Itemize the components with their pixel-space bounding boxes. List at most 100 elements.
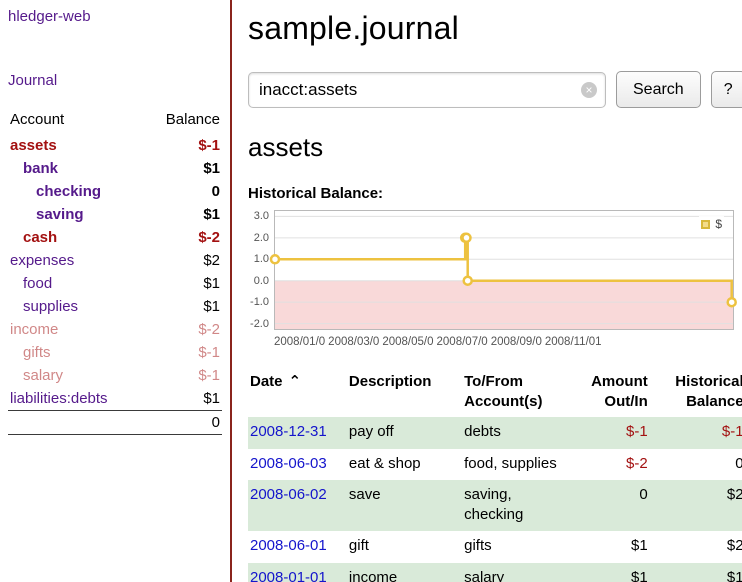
transaction-amount: $1: [568, 563, 650, 582]
register-col-to-from-account-s-: To/From Account(s): [462, 370, 568, 417]
accounts-table-body: assets$-1bank$1checking0saving$1cash$-2e…: [8, 134, 222, 411]
main-content: sample.journal × Search ? assets Histori…: [232, 0, 742, 582]
register-col-label: Description: [349, 373, 432, 390]
transaction-description: income: [347, 563, 462, 582]
transaction-accounts: food, supplies: [462, 449, 568, 481]
account-balance: $-1: [156, 134, 222, 157]
account-row: expenses$2: [8, 249, 222, 272]
transaction-amount: $-2: [568, 449, 650, 481]
account-row: checking0: [8, 180, 222, 203]
data-point-marker: [463, 234, 471, 242]
register-header-row: Date⌃DescriptionTo/From Account(s)Amount…: [248, 370, 742, 417]
accounts-header-row: Account Balance: [8, 107, 222, 134]
x-tick-label: 2008/05/0: [382, 336, 433, 348]
sidebar: hledger-web Journal Account Balance asse…: [0, 0, 232, 582]
account-row: income$-2: [8, 318, 222, 341]
transaction-date-link[interactable]: 2008-01-01: [250, 569, 327, 582]
y-tick-label: -2.0: [250, 318, 269, 330]
account-row: salary $-1: [8, 364, 222, 387]
register-row: 2008-01-01incomesalary$1$1: [248, 563, 742, 582]
accounts-total-row: 0: [8, 411, 222, 435]
sidebar-item-journal[interactable]: Journal: [8, 72, 57, 89]
sidebar-account-gifts[interactable]: gifts: [23, 344, 51, 361]
transaction-balance: $-1: [650, 417, 742, 449]
sidebar-account-expenses[interactable]: expenses: [10, 252, 74, 269]
clear-search-icon[interactable]: ×: [581, 82, 597, 98]
x-tick-label: 2008/11/01: [545, 336, 602, 348]
transaction-date-link[interactable]: 2008-06-03: [250, 455, 327, 472]
register-row: 2008-06-03 eat & shopfood, supplies$-20: [248, 449, 742, 481]
register-col-description: Description: [347, 370, 462, 417]
transaction-accounts: gifts: [462, 531, 568, 563]
sidebar-account-checking[interactable]: checking: [36, 183, 101, 200]
sidebar-account-cash[interactable]: cash: [23, 229, 57, 246]
sidebar-account-supplies[interactable]: supplies: [23, 298, 78, 315]
chart-x-axis: 2008/01/02008/03/02008/05/02008/07/02008…: [274, 332, 742, 350]
negative-region: [275, 281, 733, 329]
app-window: hledger-web Journal Account Balance asse…: [0, 0, 742, 582]
accounts-header-account: Account: [8, 107, 156, 134]
transaction-balance: $2: [650, 480, 742, 531]
transaction-date-link[interactable]: 2008-06-01: [250, 537, 327, 554]
accounts-table: Account Balance assets$-1bank$1checking0…: [8, 107, 222, 435]
transaction-date-link[interactable]: 2008-06-02: [250, 486, 327, 503]
transaction-balance: $1: [650, 563, 742, 582]
register-col-label: To/From Account(s): [464, 373, 542, 410]
register-row: 2008-06-02savesaving, checking0$2: [248, 480, 742, 531]
chart-title: Historical Balance:: [248, 185, 742, 202]
search-button[interactable]: Search: [616, 71, 701, 108]
help-button[interactable]: ?: [711, 71, 742, 108]
legend-label: $: [715, 217, 722, 231]
balance-chart: 3.02.01.00.0-1.0-2.0 $: [248, 210, 742, 330]
account-balance: $-1: [156, 364, 222, 387]
app-brand-link[interactable]: hledger-web: [8, 8, 91, 25]
transaction-description: eat & shop: [347, 449, 462, 481]
account-title: assets: [248, 132, 742, 163]
y-tick-label: 2.0: [254, 232, 269, 244]
account-row: bank$1: [8, 157, 222, 180]
transaction-balance: 0: [650, 449, 742, 481]
account-row: liabilities:debts $1: [8, 387, 222, 411]
account-row: gifts $-1: [8, 341, 222, 364]
sort-ascending-icon: ⌃: [289, 373, 302, 390]
sidebar-account-assets[interactable]: assets: [10, 137, 57, 154]
account-row: cash$-2: [8, 226, 222, 249]
account-row: assets $-1: [8, 134, 222, 157]
accounts-total-value: 0: [156, 411, 222, 435]
register-col-label: Date: [250, 373, 283, 390]
sidebar-account-food[interactable]: food: [23, 275, 52, 292]
chart-plot-area: $: [274, 210, 734, 330]
transaction-accounts: debts: [462, 417, 568, 449]
search-bar: × Search ?: [248, 71, 742, 108]
chart-y-axis: 3.02.01.00.0-1.0-2.0: [248, 210, 274, 330]
x-tick-label: 2008/09/0: [491, 336, 542, 348]
accounts-header-balance: Balance: [156, 107, 222, 134]
sidebar-account-liabilities-debts[interactable]: liabilities:debts: [10, 390, 108, 407]
account-row: supplies $1: [8, 295, 222, 318]
transaction-description: save: [347, 480, 462, 531]
transaction-amount: 0: [568, 480, 650, 531]
y-tick-label: 3.0: [254, 210, 269, 222]
account-balance: $1: [156, 295, 222, 318]
sidebar-account-income[interactable]: income: [10, 321, 58, 338]
sidebar-account-bank[interactable]: bank: [23, 160, 58, 177]
x-tick-label: 2008/03/0: [328, 336, 379, 348]
legend-swatch: [701, 220, 710, 229]
transaction-description: pay off: [347, 417, 462, 449]
transaction-amount: $-1: [568, 417, 650, 449]
chart-plot-svg: [275, 211, 733, 329]
search-input[interactable]: [248, 72, 606, 108]
register-row: 2008-12-31pay offdebts$-1$-1: [248, 417, 742, 449]
sidebar-account-salary[interactable]: salary: [23, 367, 63, 384]
y-tick-label: 1.0: [254, 253, 269, 265]
transaction-description: gift: [347, 531, 462, 563]
data-point-marker: [728, 298, 736, 306]
account-row: food$1: [8, 272, 222, 295]
account-balance: $-1: [156, 341, 222, 364]
sidebar-account-saving[interactable]: saving: [36, 206, 84, 223]
register-col-date[interactable]: Date ⌃: [248, 370, 347, 417]
account-balance: $1: [156, 203, 222, 226]
chart-legend: $: [699, 216, 724, 232]
transaction-date-link[interactable]: 2008-12-31: [250, 423, 327, 440]
account-balance: $1: [156, 387, 222, 411]
